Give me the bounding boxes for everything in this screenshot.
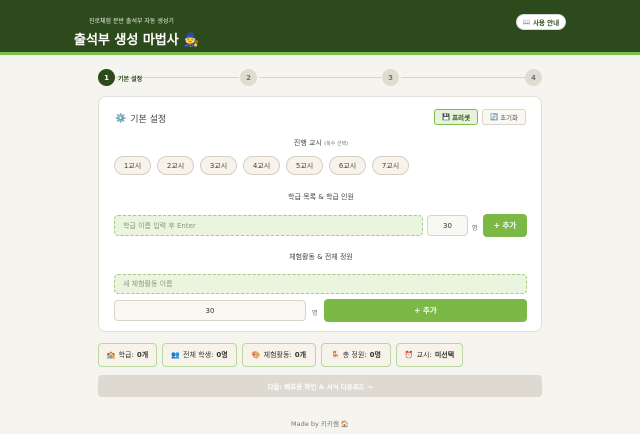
people-icon: 👥 [171,351,181,359]
stat-label: 체험활동: [263,351,292,359]
home-icon: 🏠 [340,420,349,428]
palette-icon: 🎨 [251,351,261,359]
app-subtitle: 진로체험 분반 출석부 자동 생성기 [89,18,174,25]
stat-value: 0명 [216,351,228,359]
stat-label: 교시: [416,351,432,359]
activity-name-input[interactable]: 새 체험활동 이름 [114,274,527,294]
stat-value: 0개 [294,351,307,359]
school-icon: 🏫 [106,351,116,359]
usage-guide-button[interactable]: 📖 사용 안내 [516,14,566,30]
periods-section-title: 진행 교시 (복수 선택) [99,138,543,148]
period-chip[interactable]: 5교시 [286,156,323,175]
stat-capacity: 🪑 총 정원: 0명 [321,343,391,367]
step-connector [401,77,525,78]
activities-section-title: 체험활동 & 전체 정원 [289,253,353,261]
step-2[interactable]: 2 [240,69,257,86]
stat-value: 미선택 [434,351,455,359]
app-title: 출석부 생성 마법사 🧙 [74,29,199,48]
chair-icon: 🪑 [331,351,340,359]
add-class-button[interactable]: + 추가 [483,214,527,237]
reset-button[interactable]: 🔄 초기화 [482,109,526,125]
stat-value: 0개 [136,351,149,359]
step-1-label: 기본 설정 [118,76,143,83]
stat-label: 학급: [118,351,134,359]
usage-guide-label: 사용 안내 [532,19,560,27]
preset-label: 프리셋 [452,114,471,122]
wizard-icon: 🧙 [183,33,200,48]
activity-capacity-unit: 명 [312,310,318,317]
step-3[interactable]: 3 [382,69,399,86]
periods-hint: (복수 선택) [324,141,349,147]
app-header: 진로체험 분반 출석부 자동 생성기 출석부 생성 마법사 🧙 📖 사용 안내 [0,0,640,55]
footer-text: Made by 키키쌤 [291,420,339,428]
preset-button[interactable]: 💾 프리셋 [434,109,478,125]
period-chip[interactable]: 6교시 [329,156,366,175]
period-chip[interactable]: 4교시 [243,156,280,175]
basic-settings-card: ⚙️ 기본 설정 💾 프리셋 🔄 초기화 진행 교시 (복수 선택) 1교시 2… [98,96,542,332]
classes-section-title: 학급 목록 & 학급 인원 [288,193,354,201]
period-chip[interactable]: 3교시 [200,156,237,175]
next-step-button[interactable]: 다음: 배포용 확인 & 서식 다운로드 → [98,375,542,397]
book-icon: 📖 [522,18,531,26]
period-chip[interactable]: 1교시 [114,156,151,175]
app-title-text: 출석부 생성 마법사 [74,33,179,48]
period-chip[interactable]: 7교시 [372,156,409,175]
stat-classes: 🏫 학급: 0개 [98,343,157,367]
clock-icon: ⏰ [404,351,414,359]
save-icon: 💾 [441,113,451,121]
step-connector [259,77,381,78]
card-title-text: 기본 설정 [130,115,167,125]
add-activity-button[interactable]: + 추가 [324,299,527,322]
card-title: ⚙️ 기본 설정 [115,112,167,126]
stat-students: 👥 전체 학생: 0명 [162,343,237,367]
stat-label: 총 정원: [342,351,367,359]
class-size-input[interactable]: 30 [427,215,468,236]
reset-label: 초기화 [500,114,519,122]
class-name-input[interactable]: 학급 이름 입력 후 Enter [114,215,423,236]
step-4[interactable]: 4 [525,69,542,86]
stat-value: 0명 [369,351,381,359]
stat-periods: ⏰ 교시: 미선택 [396,343,463,367]
gear-icon: ⚙️ [115,113,127,124]
class-size-unit: 명 [472,225,478,232]
stat-activities: 🎨 체험활동: 0개 [242,343,316,367]
periods-title-text: 진행 교시 [293,139,322,147]
step-1[interactable]: 1 [98,69,115,86]
period-chip[interactable]: 2교시 [157,156,194,175]
footer: Made by 키키쌤 🏠 [0,418,640,428]
stat-label: 전체 학생: [183,351,214,359]
refresh-icon: 🔄 [489,113,499,121]
activity-capacity-input[interactable]: 30 [114,300,306,321]
